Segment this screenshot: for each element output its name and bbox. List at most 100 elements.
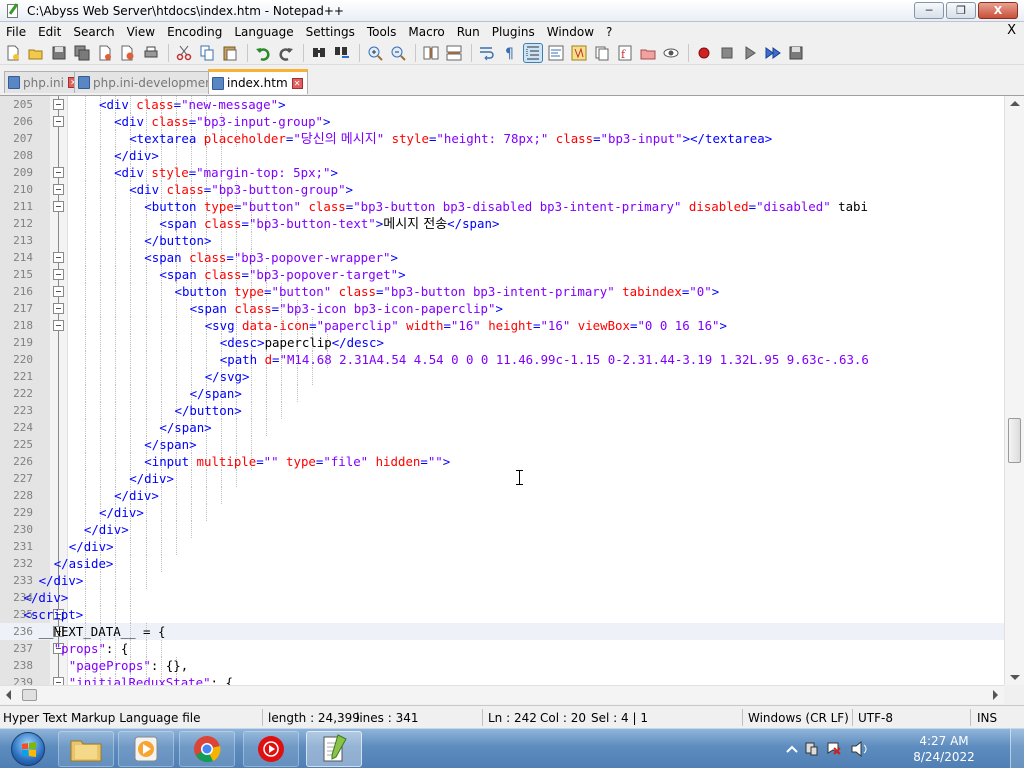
menu-window[interactable]: Window <box>541 25 600 39</box>
code-line[interactable]: 224 </span> <box>0 419 1024 436</box>
word-wrap-icon[interactable] <box>478 44 496 62</box>
document-list-icon[interactable] <box>593 44 611 62</box>
fold-toggle-icon[interactable] <box>53 116 64 127</box>
code-line[interactable]: 231 </div> <box>0 538 1024 555</box>
tab-php-ini[interactable]: php.ini ✕ <box>4 71 84 93</box>
code-line[interactable]: 208 </div> <box>0 147 1024 164</box>
taskbar-chrome[interactable] <box>179 731 235 767</box>
folder-workspace-icon[interactable] <box>639 44 657 62</box>
code-line[interactable]: 217 <span class="bp3-icon bp3-icon-paperc… <box>0 300 1024 317</box>
save-icon[interactable] <box>50 44 68 62</box>
fold-toggle-icon[interactable] <box>53 677 64 685</box>
taskbar-media-player[interactable] <box>118 731 174 767</box>
status-encoding[interactable]: UTF-8 <box>858 711 893 725</box>
replace-icon[interactable] <box>333 44 351 62</box>
fold-toggle-icon[interactable] <box>53 99 64 110</box>
code-line[interactable]: 234 </div> <box>0 589 1024 606</box>
code-line[interactable]: 207 <textarea placeholder="당신의 메시지" style… <box>0 130 1024 147</box>
cut-icon[interactable] <box>175 44 193 62</box>
document-map-icon[interactable] <box>570 44 588 62</box>
zoom-out-icon[interactable] <box>389 44 407 62</box>
record-macro-icon[interactable] <box>695 44 713 62</box>
menu-help[interactable]: ? <box>600 25 618 39</box>
code-line[interactable]: 220 <path d="M14.68 2.31A4.54 4.54 0 0 0 … <box>0 351 1024 368</box>
redo-icon[interactable] <box>277 44 295 62</box>
code-line[interactable]: 213 </button> <box>0 232 1024 249</box>
code-line[interactable]: 221 </svg> <box>0 368 1024 385</box>
function-list-icon[interactable]: f <box>616 44 634 62</box>
code-line[interactable]: 235 <script> <box>0 606 1024 623</box>
undo-icon[interactable] <box>254 44 272 62</box>
menu-view[interactable]: View <box>121 25 161 39</box>
code-line[interactable]: 239 "initialReduxState": { <box>0 674 1024 685</box>
code-line[interactable]: 211 <button type="button" class="bp3-butt… <box>0 198 1024 215</box>
fold-toggle-icon[interactable] <box>53 320 64 331</box>
scroll-left-arrow-icon[interactable] <box>6 690 11 700</box>
horizontal-scrollbar[interactable] <box>0 685 1004 704</box>
run-macro-multiple-icon[interactable] <box>764 44 782 62</box>
fold-toggle-icon[interactable] <box>53 269 64 280</box>
menu-encoding[interactable]: Encoding <box>161 25 228 39</box>
code-line[interactable]: 226 <input multiple="" type="file" hidden… <box>0 453 1024 470</box>
taskbar-youtube-music[interactable] <box>243 731 299 767</box>
save-all-icon[interactable] <box>73 44 91 62</box>
code-line[interactable]: 232 </aside> <box>0 555 1024 572</box>
code-line[interactable]: 209 <div style="margin-top: 5px;"> <box>0 164 1024 181</box>
code-line[interactable]: 212 <span class="bp3-button-text">메시지 전송<… <box>0 215 1024 232</box>
close-button[interactable]: X <box>978 2 1018 19</box>
stop-macro-icon[interactable] <box>718 44 736 62</box>
fold-toggle-icon[interactable] <box>53 303 64 314</box>
close-all-icon[interactable] <box>119 44 137 62</box>
code-line[interactable]: 229 </div> <box>0 504 1024 521</box>
print-icon[interactable] <box>142 44 160 62</box>
fold-toggle-icon[interactable] <box>53 167 64 178</box>
menu-macro[interactable]: Macro <box>402 25 450 39</box>
new-file-icon[interactable] <box>4 44 22 62</box>
menu-tools[interactable]: Tools <box>361 25 403 39</box>
code-line[interactable]: 218 <svg data-icon="paperclip" width="16"… <box>0 317 1024 334</box>
maximize-button[interactable]: ❐ <box>946 2 976 19</box>
code-line[interactable]: 216 <button type="button" class="bp3-butt… <box>0 283 1024 300</box>
document-close-button[interactable]: X <box>1007 23 1016 38</box>
code-line[interactable]: 206 <div class="bp3-input-group"> <box>0 113 1024 130</box>
open-file-icon[interactable] <box>27 44 45 62</box>
vertical-scrollbar[interactable] <box>1004 96 1024 685</box>
menu-language[interactable]: Language <box>228 25 299 39</box>
fold-toggle-icon[interactable] <box>53 184 64 195</box>
code-line[interactable]: 225 </span> <box>0 436 1024 453</box>
code-line[interactable]: 230 </div> <box>0 521 1024 538</box>
indent-guide-icon[interactable] <box>523 42 543 63</box>
play-macro-icon[interactable] <box>741 44 759 62</box>
code-line[interactable]: 227 </div> <box>0 470 1024 487</box>
scroll-down-arrow-icon[interactable] <box>1010 675 1020 680</box>
code-line[interactable]: 205 <div class="new-message"> <box>0 96 1024 113</box>
zoom-in-icon[interactable] <box>366 44 384 62</box>
find-icon[interactable] <box>310 44 328 62</box>
paste-icon[interactable] <box>221 44 239 62</box>
copy-icon[interactable] <box>198 44 216 62</box>
fold-toggle-icon[interactable] <box>53 201 64 212</box>
show-all-characters-icon[interactable]: ¶ <box>501 44 519 62</box>
scroll-right-arrow-icon[interactable] <box>993 690 998 700</box>
code-line[interactable]: 228 </div> <box>0 487 1024 504</box>
menu-search[interactable]: Search <box>67 25 120 39</box>
tab-index-htm[interactable]: index.htm ✕ <box>208 69 308 94</box>
status-eol[interactable]: Windows (CR LF) <box>748 711 849 725</box>
start-button[interactable] <box>3 730 53 768</box>
code-line[interactable]: 237 "props": { <box>0 640 1024 657</box>
menu-file[interactable]: File <box>0 25 32 39</box>
show-desktop-button[interactable] <box>1010 729 1024 768</box>
horizontal-scroll-thumb[interactable] <box>22 689 37 701</box>
code-editor[interactable]: 205 <div class="new-message"> 206 <div clas… <box>0 96 1024 685</box>
menu-run[interactable]: Run <box>451 25 486 39</box>
code-line[interactable]: 222 </span> <box>0 385 1024 402</box>
taskbar-notepadpp[interactable] <box>306 731 362 767</box>
code-line[interactable]: 210 <div class="bp3-button-group"> <box>0 181 1024 198</box>
code-line[interactable]: 215 <span class="bp3-popover-target"> <box>0 266 1024 283</box>
code-line[interactable]: 233 </div> <box>0 572 1024 589</box>
save-macro-icon[interactable] <box>787 44 805 62</box>
close-file-icon[interactable] <box>96 44 114 62</box>
sync-vertical-icon[interactable] <box>422 44 440 62</box>
system-clock[interactable]: 4:27 AM 8/24/2022 <box>909 733 979 765</box>
menu-edit[interactable]: Edit <box>32 25 67 39</box>
